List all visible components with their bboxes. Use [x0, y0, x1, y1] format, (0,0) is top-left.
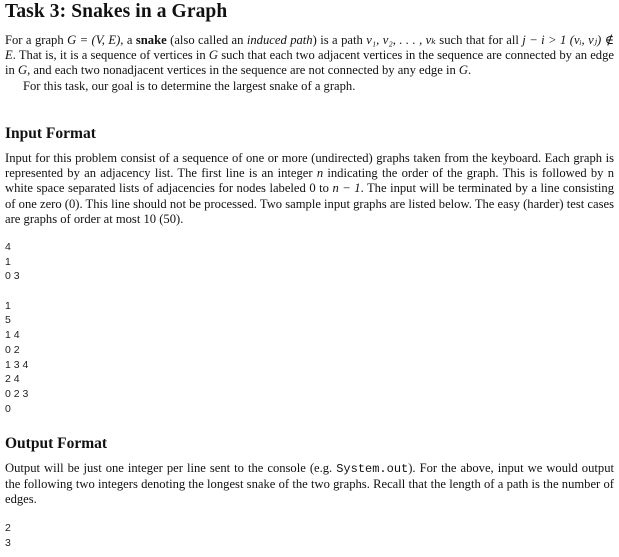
goal-text: For this task, our goal is to determine … [23, 78, 356, 93]
text: ) is a path [312, 33, 367, 47]
sample-input-line: 2 4 [5, 373, 20, 386]
sample-input-line: 1 [5, 255, 11, 268]
math-path: v₁, v₂, . . . , vₖ [366, 33, 436, 47]
math-graph: G = (V, E) [67, 33, 121, 47]
text: such that for all [435, 33, 523, 47]
text: . That is, it is a sequence of vertices … [12, 48, 209, 63]
math-g: G [208, 48, 219, 63]
input-format-heading: Input Format [5, 125, 96, 142]
sample-output-line: 3 [5, 536, 11, 549]
output-format-paragraph: Output will be just one integer per line… [5, 461, 614, 508]
term-snake: snake [135, 33, 167, 47]
sample-input-line: 0 2 [5, 343, 20, 356]
input-format-paragraph: Input for this problem consist of a sequ… [5, 151, 614, 227]
code-system-out: System.out [336, 462, 409, 476]
math-g: G [17, 63, 28, 78]
sample-input-line: 0 3 [5, 270, 20, 283]
math-n-minus-1: n − 1 [332, 181, 361, 196]
sample-input-line: 1 4 [5, 329, 20, 342]
sample-input-line: 5 [5, 314, 11, 327]
sample-input-block: 4 1 0 3 1 5 1 4 0 2 1 3 4 2 4 0 2 3 0 [5, 240, 28, 416]
text: . [468, 63, 472, 78]
sample-input-line: 1 [5, 299, 11, 312]
page-title: Task 3: Snakes in a Graph [5, 1, 228, 22]
sample-input-line: 1 3 4 [5, 358, 29, 371]
text: For a graph [5, 33, 68, 47]
text: , and each two nonadjacent vertices in t… [27, 63, 459, 78]
math-g: G [458, 63, 469, 78]
text: Output will be just one integer per line… [5, 461, 337, 475]
sample-input-line: 4 [5, 241, 11, 253]
text: (also called an [166, 33, 247, 47]
intro-paragraph: For a graph G = (V, E), a snake (also ca… [5, 33, 614, 94]
sample-input-line: 0 2 3 [5, 387, 29, 400]
sample-input-line: 0 [5, 402, 11, 415]
math-condition: j − i > 1 [522, 33, 567, 47]
sample-input-line [5, 284, 28, 299]
term-induced-path: induced path [246, 33, 313, 47]
sample-output-line: 2 [5, 522, 11, 534]
sample-output-block: 2 3 [5, 521, 11, 550]
text: , a [120, 33, 136, 47]
output-format-heading: Output Format [5, 435, 108, 452]
